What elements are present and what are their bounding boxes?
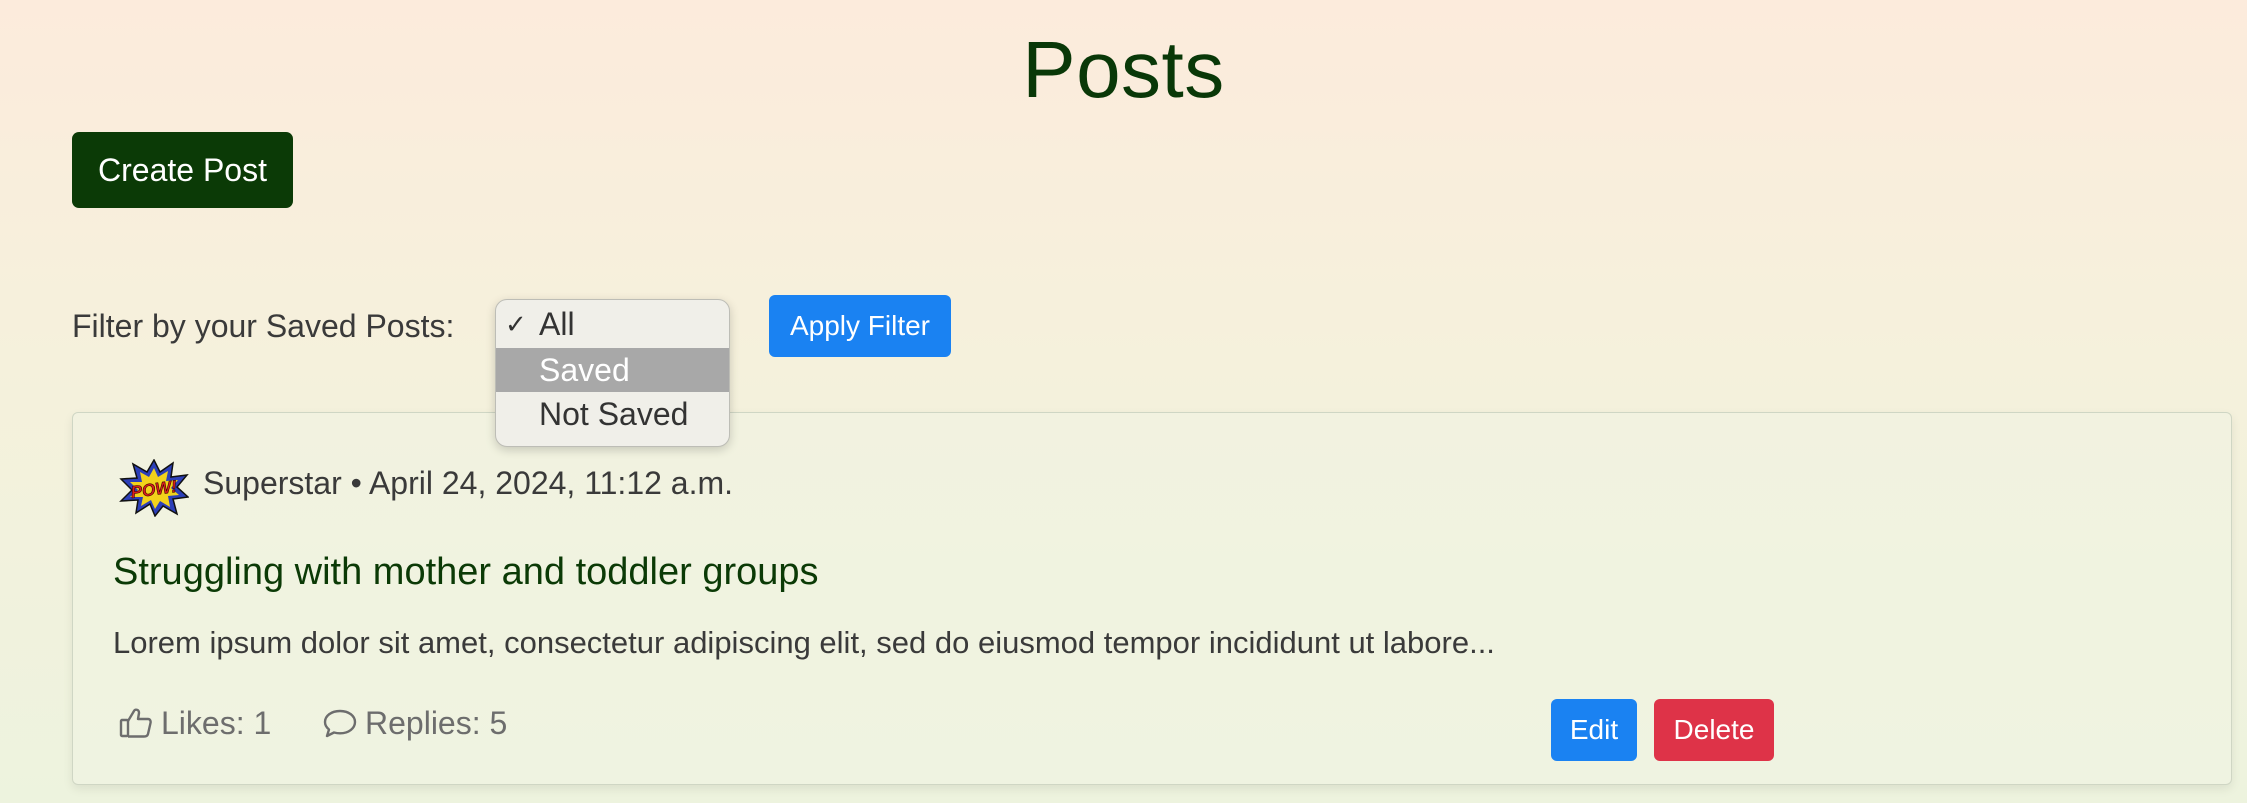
checkmark-icon: ✓: [505, 309, 527, 339]
saved-filter-dropdown[interactable]: ✓ All Saved Not Saved: [495, 299, 730, 447]
apply-filter-button[interactable]: Apply Filter: [769, 295, 951, 357]
post-card: POW! Superstar • April 24, 2024, 11:12 a…: [72, 412, 2232, 785]
filter-option-label: Saved: [539, 352, 630, 388]
filter-option-not-saved[interactable]: Not Saved: [496, 392, 729, 436]
post-meta: Superstar • April 24, 2024, 11:12 a.m.: [203, 463, 733, 503]
filter-option-label: Not Saved: [539, 396, 689, 432]
filter-option-label: All: [539, 306, 575, 342]
create-post-button[interactable]: Create Post: [72, 132, 293, 208]
likes-button[interactable]: Likes: 1: [119, 703, 271, 743]
page-title: Posts: [1022, 25, 1225, 114]
likes-count: Likes: 1: [161, 705, 272, 741]
filter-option-saved[interactable]: Saved: [496, 348, 729, 392]
replies-button[interactable]: Replies: 5: [323, 703, 507, 743]
post-title[interactable]: Struggling with mother and toddler group…: [113, 549, 819, 595]
delete-button[interactable]: Delete: [1654, 699, 1774, 761]
filter-option-all[interactable]: ✓ All: [496, 302, 729, 346]
post-author: Superstar: [203, 465, 342, 501]
post-date: April 24, 2024, 11:12 a.m.: [368, 465, 734, 501]
thumbs-up-icon: [119, 708, 152, 738]
replies-count: Replies: 5: [365, 705, 508, 741]
meta-separator: •: [350, 465, 362, 501]
speech-bubble-icon: [323, 709, 357, 738]
avatar: POW!: [119, 459, 189, 517]
post-excerpt: Lorem ipsum dolor sit amet, consectetur …: [113, 625, 1495, 660]
filter-label: Filter by your Saved Posts:: [72, 308, 455, 344]
edit-button[interactable]: Edit: [1551, 699, 1637, 761]
